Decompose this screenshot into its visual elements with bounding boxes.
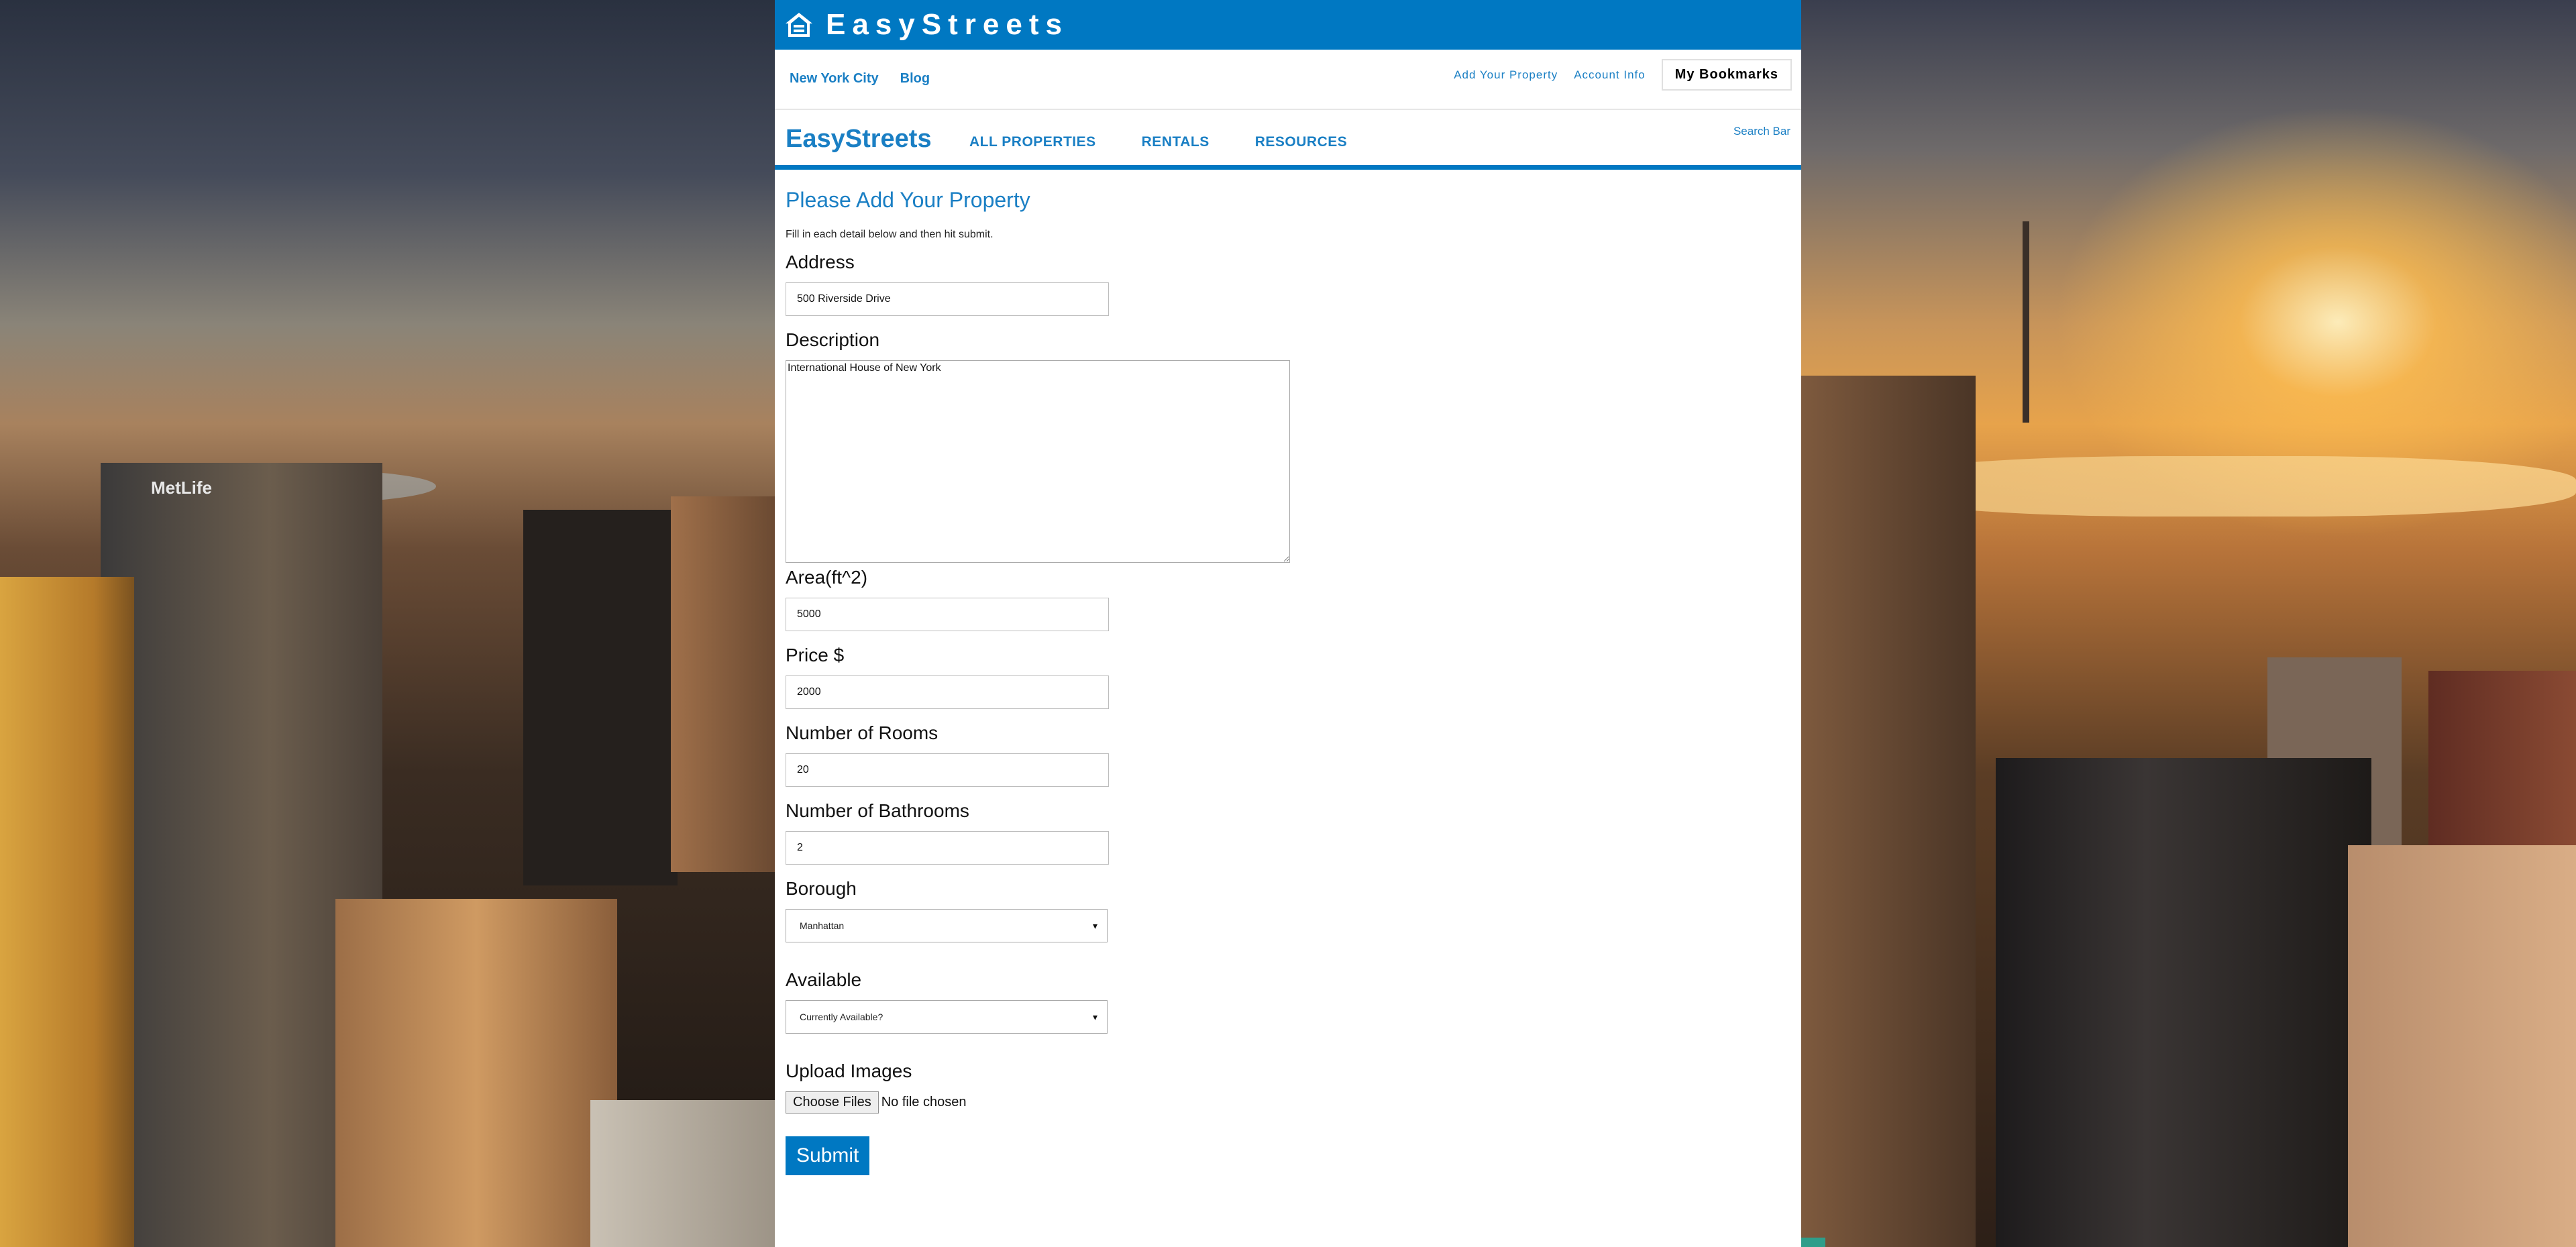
sub-navigation: New York City Blog Add Your Property Acc… — [775, 50, 1801, 110]
choose-files-button[interactable]: Choose Files — [786, 1091, 879, 1114]
address-label: Address — [786, 252, 855, 272]
add-property-form: Please Add Your Property Fill in each de… — [786, 188, 1778, 1175]
corner-fragment — [1801, 1238, 1825, 1247]
rooms-label: Number of Rooms — [786, 722, 938, 743]
address-input[interactable] — [786, 282, 1109, 316]
building — [671, 496, 775, 872]
nav-new-york-city[interactable]: New York City — [790, 71, 879, 87]
building — [590, 1100, 775, 1247]
form-instructions: Fill in each detail below and then hit s… — [786, 229, 994, 240]
available-select[interactable]: Currently Available? ▾ — [786, 1000, 1108, 1034]
bathrooms-input[interactable] — [786, 831, 1109, 865]
nav-add-your-property[interactable]: Add Your Property — [1454, 68, 1558, 82]
building — [2428, 671, 2576, 872]
header-bar: EasyStreets — [775, 0, 1801, 50]
spire — [2023, 221, 2029, 423]
nav-blog[interactable]: Blog — [900, 71, 930, 87]
available-selected-value: Currently Available? — [800, 1012, 883, 1022]
borough-label: Borough — [786, 878, 857, 899]
subnav-right: Add Your Property Account Info My Bookma… — [1454, 59, 1792, 91]
dropdown-arrow-icon: ▾ — [1092, 920, 1097, 931]
nav-all-properties[interactable]: ALL PROPERTIES — [969, 134, 1096, 150]
area-label: Area(ft^2) — [786, 567, 868, 588]
building — [335, 899, 617, 1247]
description-textarea[interactable]: International House of New York — [786, 360, 1290, 563]
nav-account-info[interactable]: Account Info — [1574, 68, 1646, 82]
bathrooms-label: Number of Bathrooms — [786, 800, 969, 821]
nav-resources[interactable]: RESOURCES — [1255, 134, 1348, 150]
my-bookmarks-button[interactable]: My Bookmarks — [1661, 59, 1792, 91]
upload-images-label: Upload Images — [786, 1061, 912, 1081]
skyline-left-image: MetLife — [0, 0, 775, 1247]
river — [1878, 456, 2576, 517]
building — [0, 577, 134, 1247]
main-navigation: EasyStreets ALL PROPERTIES RENTALS RESOU… — [775, 110, 1801, 170]
building — [1996, 758, 2371, 1247]
borough-selected-value: Manhattan — [800, 920, 845, 931]
description-label: Description — [786, 329, 880, 350]
main-nav-items: ALL PROPERTIES RENTALS RESOURCES — [969, 134, 1347, 150]
dropdown-arrow-icon: ▾ — [1092, 1012, 1097, 1022]
file-status: No file chosen — [881, 1095, 967, 1109]
main-panel: EasyStreets New York City Blog Add Your … — [775, 0, 1801, 1247]
site-logo[interactable]: EasyStreets — [786, 125, 932, 154]
rooms-input[interactable] — [786, 753, 1109, 787]
search-bar-link[interactable]: Search Bar — [1733, 125, 1790, 138]
fair-housing-house-icon — [786, 13, 812, 37]
price-input[interactable] — [786, 675, 1109, 709]
available-label: Available — [786, 969, 862, 990]
price-label: Price $ — [786, 645, 845, 665]
subnav-left: New York City Blog — [790, 71, 930, 87]
metlife-sign: MetLife — [151, 478, 212, 498]
building — [523, 510, 678, 885]
submit-button[interactable]: Submit — [786, 1136, 870, 1175]
building — [2348, 845, 2576, 1247]
brand-name: EasyStreets — [826, 8, 1069, 41]
building — [1801, 376, 1976, 1247]
file-upload: Choose Files No file chosen — [786, 1091, 1778, 1114]
nav-rentals[interactable]: RENTALS — [1142, 134, 1210, 150]
page-title: Please Add Your Property — [786, 188, 1030, 212]
brand[interactable]: EasyStreets — [784, 8, 1069, 42]
area-input[interactable] — [786, 598, 1109, 631]
borough-select[interactable]: Manhattan ▾ — [786, 909, 1108, 942]
